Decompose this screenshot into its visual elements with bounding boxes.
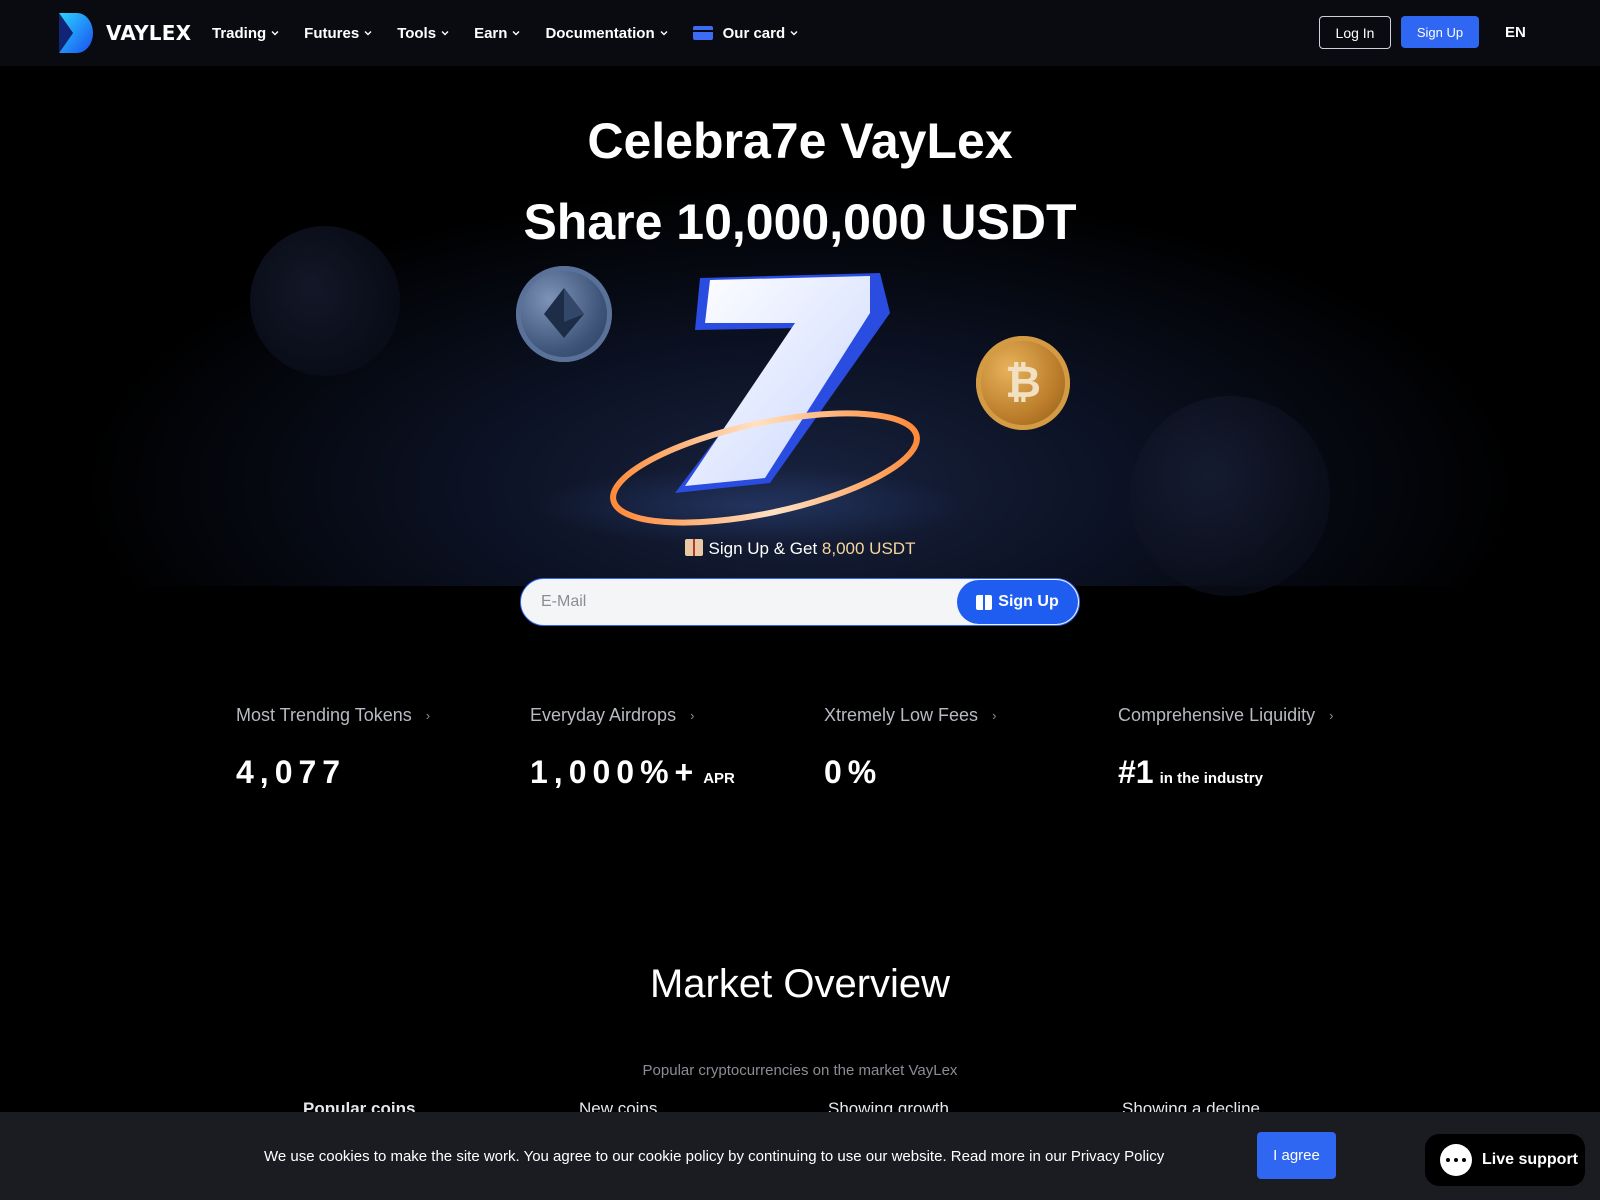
stat-value-row: 1,000%+ APR <box>530 754 800 791</box>
stat-trending-tokens[interactable]: Most Trending Tokens › 4,077 <box>236 705 506 791</box>
background-planet <box>1130 396 1330 596</box>
nav-label: Our card <box>722 24 786 42</box>
live-support-label: Live support <box>1482 1151 1579 1168</box>
chevron-down-icon <box>790 31 798 36</box>
nav-our-card[interactable]: Our card <box>692 24 799 42</box>
nav-futures[interactable]: Futures <box>304 25 372 42</box>
hero-subtitle: Share 10,000,000 USDT <box>523 194 1077 250</box>
brand-name: VAYLEX <box>106 21 192 45</box>
nav-documentation[interactable]: Documentation <box>545 24 668 42</box>
nav-label: Futures <box>304 24 360 42</box>
chevron-right-icon: › <box>992 708 997 723</box>
chevron-down-icon <box>660 31 668 36</box>
stat-label: Everyday Airdrops <box>530 705 677 725</box>
chevron-right-icon: › <box>1329 708 1334 723</box>
gift-icon <box>684 539 703 556</box>
signup-button[interactable]: Sign Up <box>1401 16 1479 48</box>
signup-promo: Sign Up & Get 8,000 USDT <box>0 539 1600 559</box>
nav-tools[interactable]: Tools <box>397 25 449 42</box>
stat-value: 0% <box>824 754 883 790</box>
stat-suffix: APR <box>703 770 735 787</box>
stat-liquidity[interactable]: Comprehensive Liquidity › #1 in the indus… <box>1118 705 1388 791</box>
stat-value-row: 4,077 <box>236 754 506 791</box>
chevron-down-icon <box>441 31 449 36</box>
seven-anniversary-graphic <box>610 273 920 526</box>
main-nav: Trading Futures Tools Earn Documentation… <box>212 0 823 66</box>
stat-value-row: #1 in the industry <box>1118 754 1388 791</box>
nav-label: Earn <box>474 24 508 42</box>
credit-card-icon <box>692 26 713 40</box>
stat-low-fees[interactable]: Xtremely Low Fees › 0% <box>824 705 1094 791</box>
stat-value: 1,000%+ <box>530 754 700 790</box>
stat-label-row: Comprehensive Liquidity › <box>1118 705 1388 726</box>
chevron-down-icon <box>271 31 279 36</box>
stat-label-row: Xtremely Low Fees › <box>824 705 1094 726</box>
market-overview-subtitle: Popular cryptocurrencies on the market V… <box>642 1062 958 1079</box>
live-support-button[interactable]: Live support <box>1425 1134 1585 1186</box>
language-selector[interactable]: EN <box>1505 24 1526 41</box>
email-signup-button[interactable]: Sign Up <box>957 580 1078 624</box>
brand-logo[interactable]: VAYLEX <box>59 13 191 53</box>
stat-label-row: Everyday Airdrops › <box>530 705 800 726</box>
login-button[interactable]: Log In <box>1319 16 1391 49</box>
nav-label: Documentation <box>545 24 655 42</box>
hero-title: Celebra7e VayLex <box>587 113 1013 169</box>
nav-label: Trading <box>212 24 267 42</box>
email-input[interactable] <box>541 579 941 625</box>
stat-suffix: in the industry <box>1159 770 1263 787</box>
stat-label-row: Most Trending Tokens › <box>236 705 506 726</box>
cookie-banner: We use cookies to make the site work. Yo… <box>0 1112 1600 1200</box>
chevron-right-icon: › <box>690 708 695 723</box>
gift-icon <box>976 594 993 610</box>
stat-value-row: 0% <box>824 754 1094 791</box>
nav-label: Tools <box>397 24 437 42</box>
nav-earn[interactable]: Earn <box>474 25 520 42</box>
market-overview-title: Market Overview <box>649 962 951 1006</box>
email-signup-form: Sign Up <box>520 578 1080 626</box>
promo-text: Sign Up & Get <box>708 539 818 558</box>
bitcoin-coin-icon: ₿ <box>976 336 1070 430</box>
email-signup-label: Sign Up <box>998 593 1059 610</box>
stat-everyday-airdrops[interactable]: Everyday Airdrops › 1,000%+ APR <box>530 705 800 791</box>
stat-label: Comprehensive Liquidity <box>1118 705 1316 725</box>
cookie-agree-button[interactable]: I agree <box>1257 1132 1336 1179</box>
chevron-right-icon: › <box>425 708 431 723</box>
promo-amount: 8,000 USDT <box>821 539 916 558</box>
vaylex-logo-icon <box>59 13 93 53</box>
ethereum-coin-icon <box>516 266 612 362</box>
chevron-down-icon <box>364 31 372 36</box>
stat-label: Xtremely Low Fees <box>824 705 979 725</box>
cookie-text: We use cookies to make the site work. Yo… <box>264 1148 1165 1165</box>
top-navbar: VAYLEX Trading Futures Tools Earn Docume… <box>0 0 1600 66</box>
stat-label: Most Trending Tokens <box>236 705 412 725</box>
stat-value: 4,077 <box>236 754 347 790</box>
nav-trading[interactable]: Trading <box>212 25 279 42</box>
stat-value: #1 <box>1118 754 1154 790</box>
chat-bubble-icon <box>1440 1144 1472 1176</box>
chevron-down-icon <box>512 31 520 36</box>
